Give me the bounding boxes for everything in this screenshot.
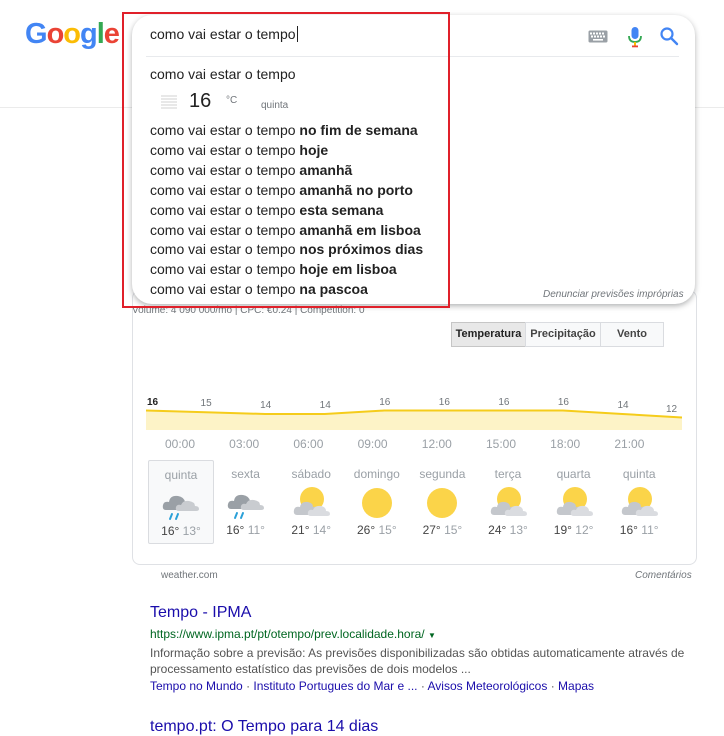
sun-icon [357, 485, 397, 521]
forecast-high: 21° [291, 523, 310, 537]
report-predictions-link[interactable]: Denunciar previsões impróprias [543, 289, 684, 300]
forecast-day-name: domingo [353, 467, 400, 481]
forecast-temps: 21° 14° [279, 523, 343, 537]
hour-label: 18:00 [550, 437, 581, 451]
logo-letter: o [63, 18, 81, 50]
chart-value-label: 14 [260, 400, 272, 411]
hour-label: 09:00 [357, 437, 388, 451]
chart-value-label: 16 [498, 396, 510, 408]
forecast-high: 16° [161, 524, 180, 538]
forecast-low: 11° [641, 523, 659, 537]
forecast-day[interactable]: quinta 16° 13° [148, 460, 214, 544]
sun-icon [422, 485, 462, 521]
result-sitelinks: Tempo no Mundo · Instituto Portugues do … [150, 679, 595, 693]
sitelink-instituto[interactable]: Instituto Portugues do Mar e ... [253, 679, 417, 693]
forecast-day-name: segunda [419, 467, 466, 481]
forecast-day-name: sábado [291, 467, 331, 481]
caret-down-icon[interactable]: ▼ [428, 631, 436, 640]
google-logo[interactable]: Google [25, 18, 120, 51]
sitelink-avisos[interactable]: Avisos Meteorológicos [428, 679, 548, 693]
logo-letter: o [46, 18, 65, 50]
forecast-temps: 16° 11° [214, 523, 278, 537]
tab-precipitacao[interactable]: Precipitação [525, 322, 601, 347]
forecast-high: 24° [488, 523, 507, 537]
hour-label: 06:00 [293, 437, 324, 451]
result-url-text: https://www.ipma.pt/pt/otempo/prev.local… [150, 627, 425, 641]
forecast-temps: 16° 13° [149, 524, 213, 538]
hour-label: 15:00 [485, 437, 517, 451]
chart-value-label: 16 [557, 396, 569, 408]
forecast-day[interactable]: terça 24° 13° [476, 460, 540, 542]
forecast-day-name: quinta [622, 467, 656, 481]
forecast-high: 16° [619, 523, 638, 537]
forecast-high: 26° [356, 523, 376, 537]
search-icon[interactable] [659, 26, 679, 46]
forecast-day[interactable]: sábado 21° 14° [279, 460, 343, 542]
logo-letter: e [103, 18, 120, 50]
forecast-temps: 27° 15° [410, 523, 474, 537]
forecast-day[interactable]: sexta 16° 11° [214, 460, 278, 542]
logo-letter: G [25, 18, 48, 50]
forecast-day[interactable]: quarta 19° 12° [542, 460, 606, 542]
hour-label: 00:00 [164, 437, 196, 451]
hour-label: 03:00 [229, 437, 260, 451]
temperature-chart [146, 409, 682, 430]
weather-source[interactable]: weather.com [161, 570, 218, 581]
sitelink-mapas[interactable]: Mapas [558, 679, 594, 693]
chart-value-label: 12 [666, 403, 678, 415]
forecast-day-name: sexta [231, 467, 260, 481]
forecast-day-name: quinta [164, 468, 198, 482]
partly-cloudy-icon [291, 485, 331, 521]
hour-label: 12:00 [421, 437, 452, 451]
forecast-high: 19° [553, 523, 572, 537]
hour-label: 21:00 [614, 437, 645, 451]
forecast-day[interactable]: segunda 27° 15° [410, 460, 474, 542]
forecast-temps: 19° 12° [542, 523, 606, 537]
partly-cloudy-icon [619, 485, 659, 521]
forecast-high: 16° [226, 523, 245, 537]
forecast-low: 15° [444, 523, 463, 537]
forecast-low: 12° [575, 523, 594, 537]
chart-value-label: 16 [147, 396, 159, 408]
result2-title-link[interactable]: tempo.pt: O Tempo para 14 dias [150, 718, 378, 736]
chart-value-label: 15 [200, 398, 212, 410]
keyboard-icon[interactable] [588, 30, 608, 43]
mic-icon[interactable] [627, 26, 643, 48]
partly-cloudy-icon [488, 485, 528, 521]
forecast-low: 11° [247, 523, 265, 537]
partly-cloudy-icon [554, 485, 594, 521]
forecast-high: 27° [422, 523, 441, 537]
sitelink-tempo-no-mundo[interactable]: Tempo no Mundo [150, 679, 243, 693]
result-snippet: Informação sobre a previsão: As previsõe… [150, 646, 685, 676]
chart-value-label: 14 [617, 400, 629, 411]
forecast-low: 13° [182, 524, 201, 538]
result-url[interactable]: https://www.ipma.pt/pt/otempo/prev.local… [150, 627, 436, 641]
cloud-rain-icon [161, 486, 201, 522]
forecast-day[interactable]: quinta 16° 11° [607, 460, 671, 542]
chart-value-label: 14 [319, 400, 331, 411]
forecast-temps: 26° 15° [345, 523, 409, 537]
chart-value-label: 16 [438, 396, 450, 408]
forecast-day-name: quarta [556, 467, 591, 481]
tab-temperatura[interactable]: Temperatura [451, 322, 526, 347]
forecast-temps: 16° 11° [607, 523, 671, 537]
result-title-link[interactable]: Tempo - IPMA [150, 604, 251, 622]
chart-value-label: 16 [379, 396, 391, 408]
forecast-day-name: terça [494, 467, 522, 481]
forecast-temps: 24° 13° [476, 523, 540, 537]
forecast-low: 14° [312, 523, 332, 537]
weather-comments-link[interactable]: Comentários [635, 570, 692, 581]
logo-letter: l [96, 18, 105, 50]
forecast-low: 13° [509, 523, 528, 537]
cloud-rain-icon [226, 485, 266, 521]
logo-letter: g [80, 18, 98, 50]
forecast-low: 15° [378, 523, 397, 537]
tab-vento[interactable]: Vento [600, 322, 664, 347]
red-highlight-box [122, 12, 450, 308]
forecast-day[interactable]: domingo 26° 15° [345, 460, 409, 542]
